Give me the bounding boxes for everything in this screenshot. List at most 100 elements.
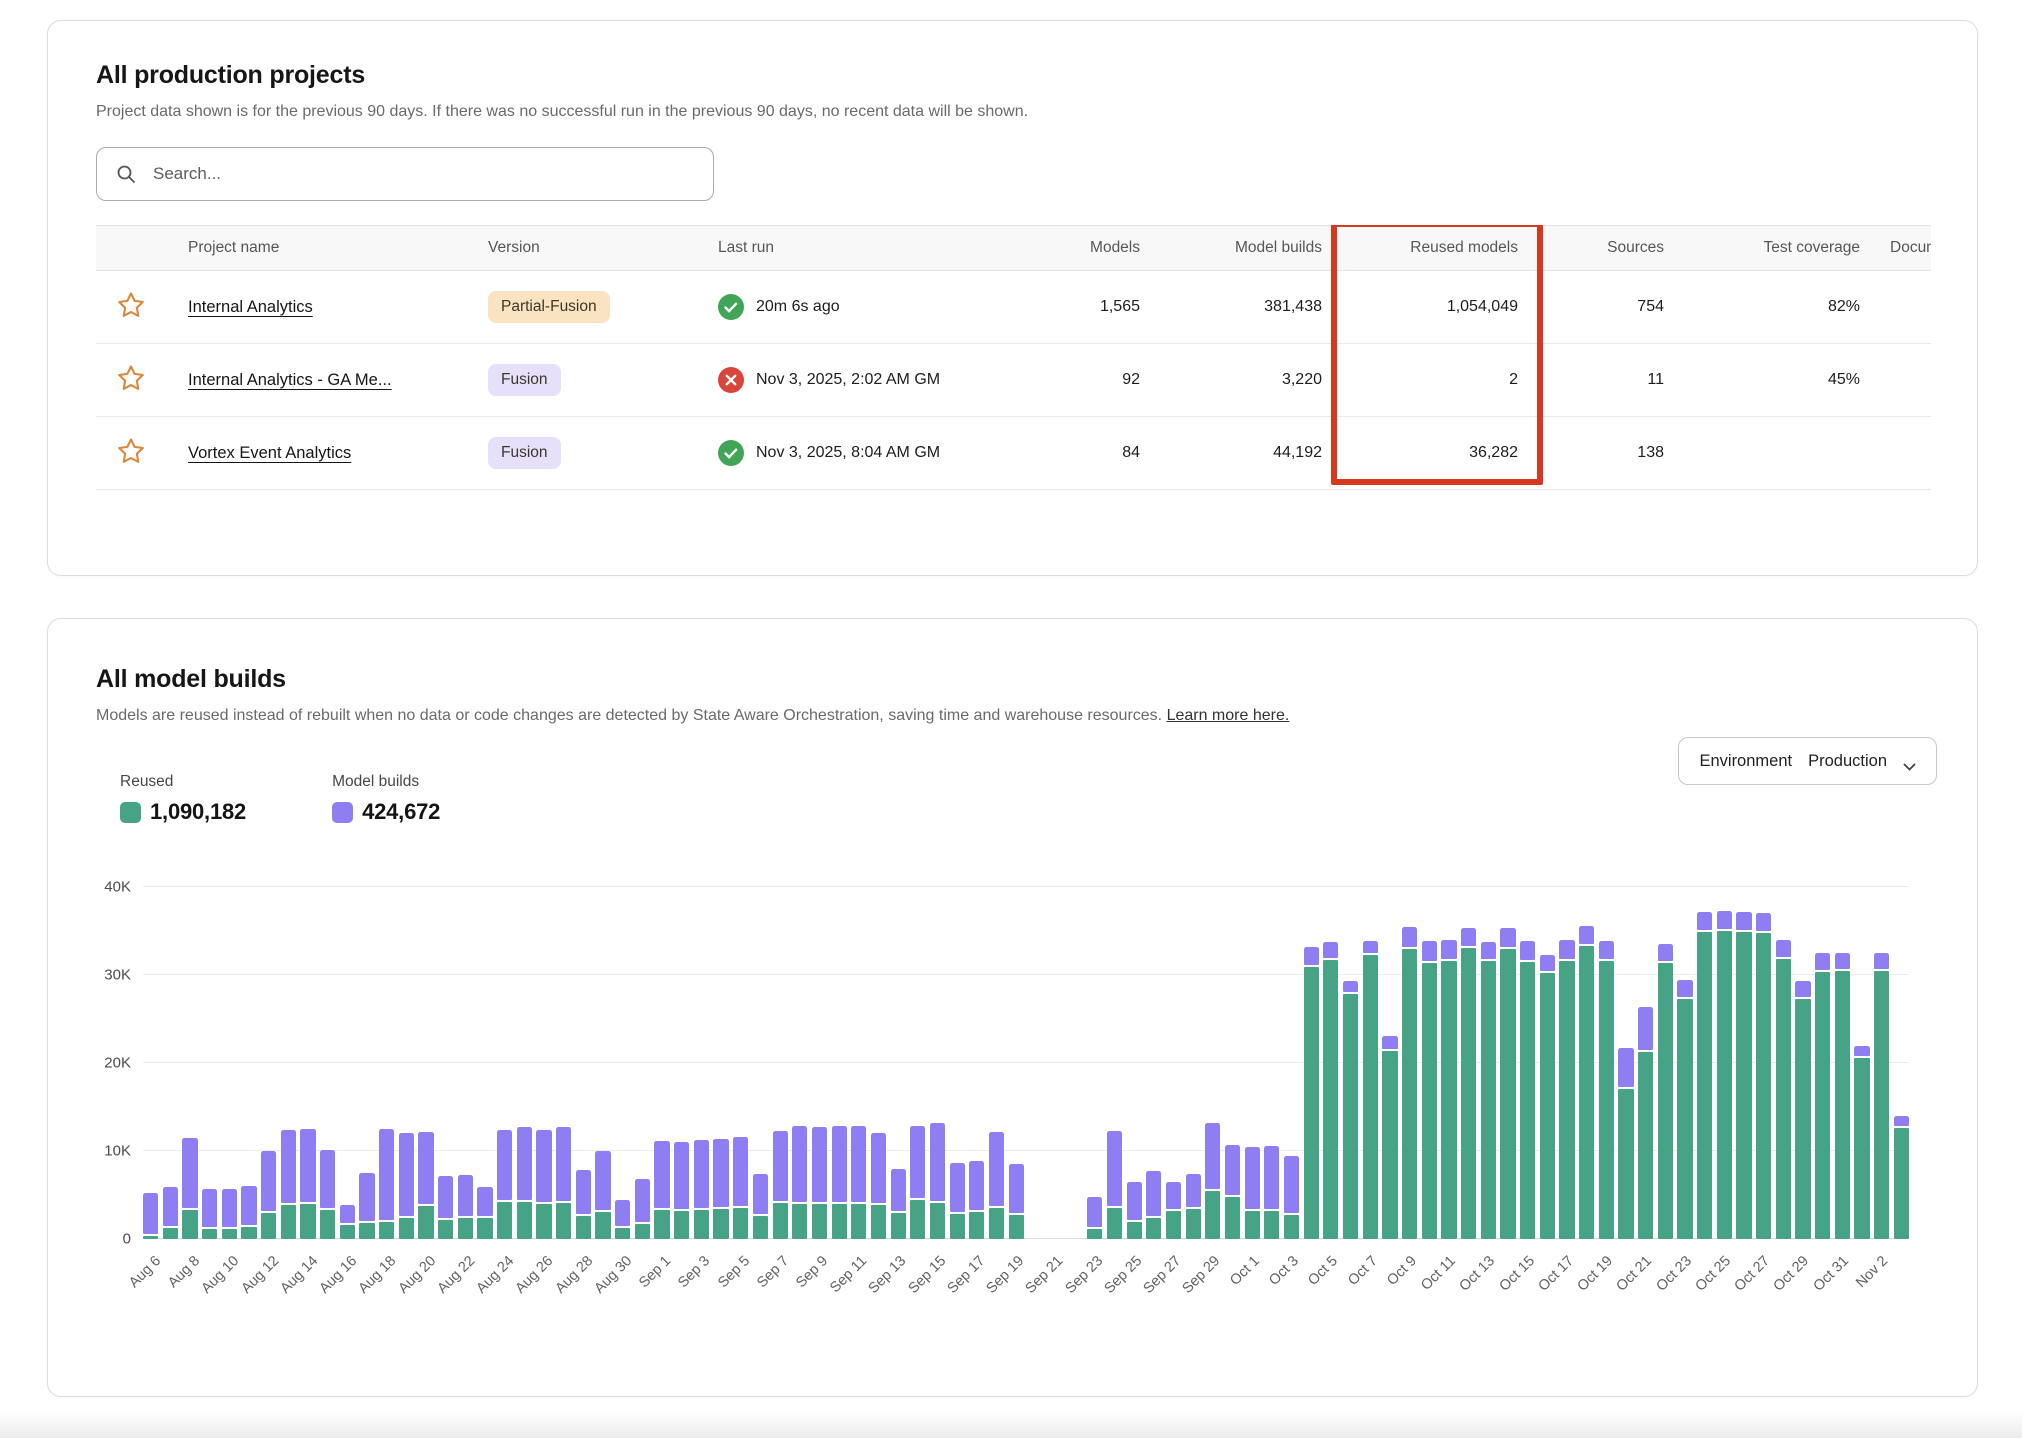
reused-segment — [1618, 1089, 1633, 1239]
bar-oct-25 — [1717, 887, 1732, 1239]
model-builds-segment — [674, 1142, 689, 1209]
model-builds-segment — [1225, 1145, 1240, 1195]
x-tick-label: Sep 7 — [754, 1253, 792, 1291]
bar-aug-12 — [261, 887, 276, 1239]
x-tick-label: Aug 10 — [199, 1253, 243, 1297]
builds-card-title: All model builds — [96, 665, 1929, 694]
reused-segment — [713, 1209, 728, 1239]
bar-oct-29 — [1795, 887, 1810, 1239]
bar-sep-14 — [910, 887, 925, 1239]
bar-aug-24 — [497, 887, 512, 1239]
x-tick-label: Sep 17 — [944, 1253, 988, 1297]
learn-more-link[interactable]: Learn more here. — [1167, 707, 1290, 724]
model-builds-segment — [910, 1126, 925, 1198]
project-name-link[interactable]: Internal Analytics — [188, 298, 313, 316]
environment-label: Environment — [1699, 752, 1792, 771]
model-builds-segment — [1441, 940, 1456, 959]
model-builds-segment — [1736, 912, 1751, 930]
favorite-star-icon[interactable] — [116, 436, 146, 466]
reused-segment — [930, 1203, 945, 1239]
reused-segment — [969, 1212, 984, 1239]
environment-value: Production — [1808, 752, 1887, 771]
reused-segment — [871, 1205, 886, 1239]
bar-aug-18 — [379, 887, 394, 1239]
model-builds-segment — [517, 1127, 532, 1200]
test-coverage-value: 45% — [1694, 371, 1890, 389]
project-name-link[interactable]: Internal Analytics - GA Me... — [188, 371, 392, 389]
version-badge: Fusion — [488, 437, 561, 469]
bar-aug-13 — [281, 887, 296, 1239]
x-tick-label: Oct 31 — [1810, 1253, 1852, 1295]
projects-card-subtitle: Project data shown is for the previous 9… — [96, 103, 1929, 121]
x-tick-label: Aug 14 — [277, 1253, 321, 1297]
bar-sep-23 — [1087, 887, 1102, 1239]
reused-segment — [1579, 946, 1594, 1239]
models-count: 92 — [1030, 371, 1170, 389]
favorite-star-icon[interactable] — [116, 290, 146, 320]
x-tick-label: Aug 26 — [513, 1253, 557, 1297]
reused-segment — [1323, 960, 1338, 1239]
model-builds-segment — [1658, 944, 1673, 961]
bar-oct-13 — [1481, 887, 1496, 1239]
bar-oct-10 — [1422, 887, 1437, 1239]
chevron-down-icon — [1903, 758, 1916, 767]
reused-swatch-icon — [120, 802, 141, 823]
model-builds-segment — [1343, 981, 1358, 992]
bar-sep-9 — [812, 887, 827, 1239]
model-builds-segment — [1540, 955, 1555, 972]
reused-segment — [1717, 931, 1732, 1239]
reused-segment — [812, 1204, 827, 1239]
bar-aug-15 — [320, 887, 335, 1239]
model-builds-segment — [1304, 947, 1319, 965]
reused-models-count: 1,054,049 — [1352, 298, 1548, 316]
model-builds-segment — [1795, 981, 1810, 997]
model-builds-segment — [458, 1175, 473, 1215]
reused-segment — [359, 1223, 374, 1239]
bar-aug-9 — [202, 887, 217, 1239]
chart-plot-area: Aug 6Aug 8Aug 10Aug 12Aug 14Aug 16Aug 18… — [143, 887, 1909, 1331]
reused-segment — [1874, 971, 1889, 1239]
model-builds-segment — [1422, 941, 1437, 960]
x-tick-label: Sep 25 — [1101, 1253, 1145, 1297]
model-builds-segment — [1638, 1007, 1653, 1050]
favorite-star-icon[interactable] — [116, 363, 146, 393]
model-builds-segment — [497, 1130, 512, 1200]
bar-oct-12 — [1461, 887, 1476, 1239]
reused-segment — [458, 1218, 473, 1239]
reused-segment — [241, 1227, 256, 1239]
bar-nov-3 — [1894, 887, 1909, 1239]
bar-aug-28 — [576, 887, 591, 1239]
reused-segment — [654, 1210, 669, 1239]
x-tick-label: Oct 27 — [1732, 1253, 1774, 1295]
model-builds-segment — [1481, 942, 1496, 959]
model-builds-segment — [1461, 928, 1476, 946]
bar-nov-1 — [1854, 887, 1869, 1239]
environment-select[interactable]: Environment Production — [1678, 737, 1937, 785]
x-tick-label: Oct 9 — [1384, 1253, 1420, 1289]
sources-count: 138 — [1548, 444, 1694, 462]
page-bottom-fade — [0, 1412, 2022, 1438]
reused-segment — [1638, 1052, 1653, 1239]
table-row: Internal Analytics - GA Me... Fusion Nov… — [96, 344, 1931, 417]
bar-sep-19 — [1009, 887, 1024, 1239]
models-count: 1,565 — [1030, 298, 1170, 316]
y-tick-label: 10K — [104, 1143, 131, 1160]
reused-segment — [694, 1210, 709, 1239]
builds-card-subtitle: Models are reused instead of rebuilt whe… — [96, 707, 1929, 725]
model-builds-segment — [300, 1129, 315, 1202]
project-name-link[interactable]: Vortex Event Analytics — [188, 444, 351, 462]
model-builds-segment — [1166, 1182, 1181, 1208]
bar-oct-26 — [1736, 887, 1751, 1239]
bar-aug-27 — [556, 887, 571, 1239]
model-builds-segment — [1284, 1156, 1299, 1213]
reused-segment — [1225, 1197, 1240, 1239]
reused-segment — [1894, 1128, 1909, 1239]
bar-sep-5 — [733, 887, 748, 1239]
model-builds-segment — [1776, 940, 1791, 958]
model-builds-segment — [891, 1169, 906, 1211]
x-tick-label: Sep 9 — [793, 1253, 831, 1291]
bar-oct-9 — [1402, 887, 1417, 1239]
search-input[interactable] — [96, 147, 714, 201]
bar-sep-13 — [891, 887, 906, 1239]
last-run-text: Nov 3, 2025, 2:02 AM GM — [756, 371, 940, 389]
